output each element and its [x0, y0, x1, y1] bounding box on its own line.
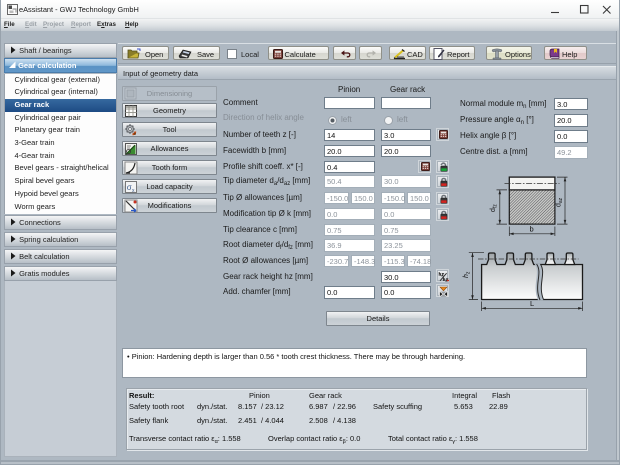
svg-text:hz: hz: [463, 271, 472, 278]
svg-text:dfz: dfz: [490, 204, 499, 212]
svg-text:L: L: [530, 299, 534, 308]
svg-text:b: b: [530, 225, 534, 234]
svg-text:daz: daz: [556, 197, 565, 207]
